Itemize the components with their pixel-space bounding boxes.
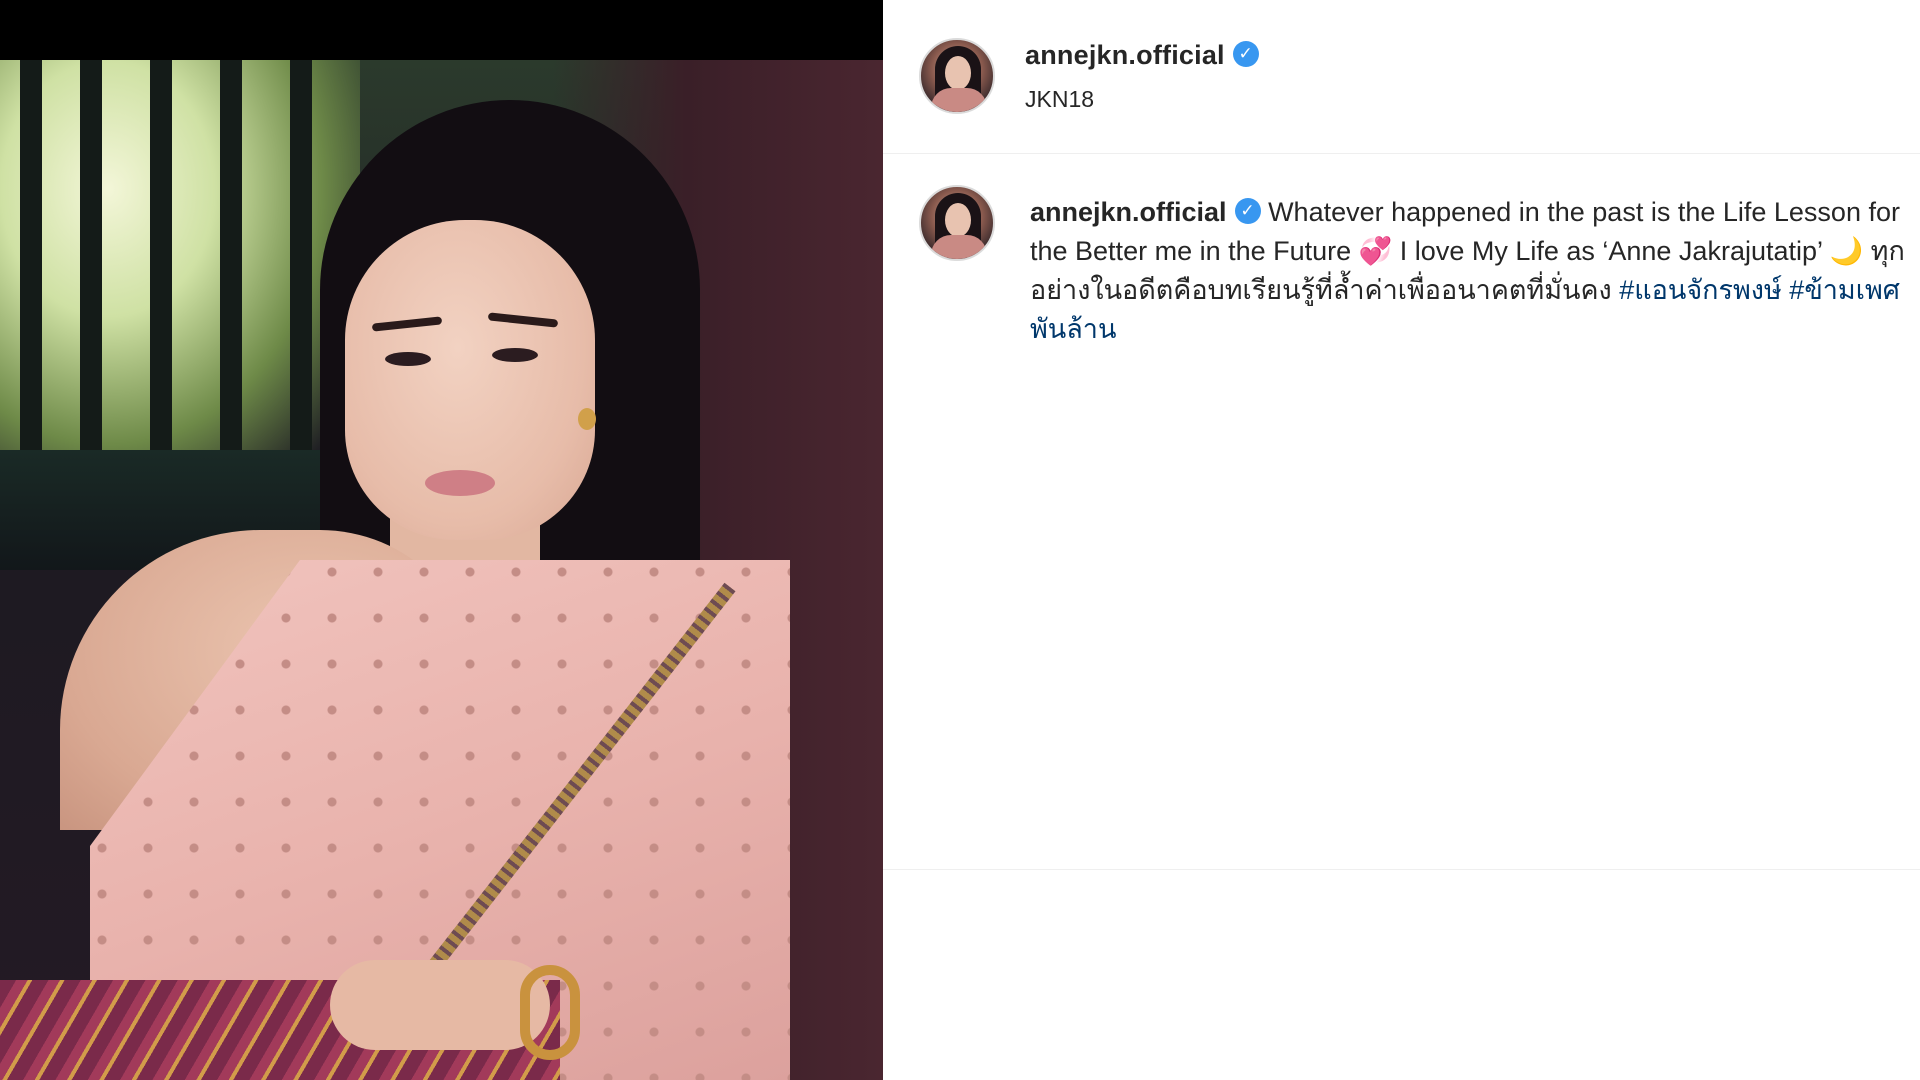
avatar[interactable] (919, 185, 995, 261)
photo-letterbox-bar (0, 0, 883, 60)
photo-earring (578, 408, 596, 430)
caption-text: annejkn.official ✓ Whatever happened in t… (1030, 193, 1910, 349)
caption-text-part: I love My Life as ‘Anne Jakrajutatip’ (1392, 236, 1830, 266)
post-info-panel: annejkn.official ✓ JKN18 annejkn.official… (883, 0, 1920, 1080)
verified-badge-icon: ✓ (1232, 40, 1259, 67)
post-location[interactable]: JKN18 (1025, 86, 1094, 113)
avatar-body (931, 88, 987, 112)
two-hearts-icon: 💞 (1358, 236, 1393, 267)
post-photo-panel[interactable] (0, 0, 883, 1080)
crescent-moon-icon: 🌙 (1829, 236, 1864, 267)
photo-gold-bangle (520, 965, 580, 1060)
photo-eye (492, 348, 538, 362)
photo-lips (425, 470, 495, 496)
hashtag-link[interactable]: #แอนจักรพงษ์ (1619, 275, 1782, 305)
post-photo[interactable] (0, 60, 883, 1080)
caption-username[interactable]: annejkn.official (1030, 197, 1227, 227)
avatar-face (945, 203, 971, 237)
post-username[interactable]: annejkn.official ✓ (1025, 40, 1259, 71)
photo-window-bar (80, 60, 102, 490)
avatar-face (945, 56, 971, 90)
photo-eye (385, 352, 431, 366)
caption-area: annejkn.official ✓ Whatever happened in t… (883, 155, 1920, 870)
photo-window-bar (290, 60, 312, 490)
avatar[interactable] (919, 38, 995, 114)
photo-window-bar (220, 60, 242, 490)
post-username-text[interactable]: annejkn.official (1025, 40, 1225, 70)
post-header: annejkn.official ✓ JKN18 (883, 0, 1920, 154)
photo-hand (330, 960, 550, 1050)
verified-badge-icon: ✓ (1234, 197, 1261, 224)
photo-window-bar (150, 60, 172, 490)
photo-window-bar (20, 60, 42, 490)
avatar-body (931, 235, 987, 259)
